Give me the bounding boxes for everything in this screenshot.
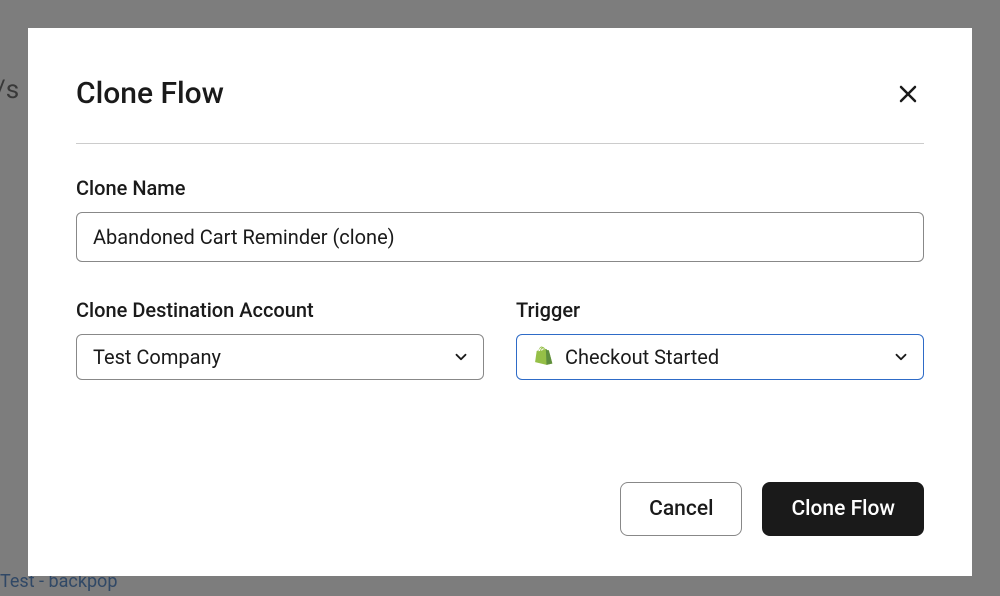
clone-name-label: Clone Name	[76, 176, 924, 200]
modal-title: Clone Flow	[76, 76, 224, 111]
modal-footer: Cancel Clone Flow	[76, 462, 924, 536]
form-row: Clone Destination Account Test Company T…	[76, 298, 924, 416]
close-button[interactable]	[892, 78, 924, 110]
destination-group: Clone Destination Account Test Company	[76, 298, 484, 380]
trigger-label: Trigger	[516, 298, 924, 322]
clone-flow-modal: Clone Flow Clone Name Clone Destination …	[28, 28, 972, 576]
destination-select-wrapper: Test Company	[76, 334, 484, 380]
trigger-select-wrapper: Checkout Started	[516, 334, 924, 380]
close-icon	[896, 82, 920, 106]
modal-header: Clone Flow	[76, 76, 924, 144]
destination-select[interactable]: Test Company	[76, 334, 484, 380]
trigger-select[interactable]: Checkout Started	[516, 334, 924, 380]
clone-name-group: Clone Name	[76, 176, 924, 262]
destination-value: Test Company	[93, 345, 221, 369]
clone-name-input[interactable]	[76, 212, 924, 262]
clone-flow-button[interactable]: Clone Flow	[762, 482, 924, 536]
chevron-down-icon	[452, 348, 470, 366]
shopify-icon	[533, 346, 553, 368]
trigger-value: Checkout Started	[565, 345, 719, 369]
destination-label: Clone Destination Account	[76, 298, 484, 322]
chevron-down-icon	[892, 348, 910, 366]
trigger-group: Trigger Checkout Started	[516, 298, 924, 380]
cancel-button[interactable]: Cancel	[620, 482, 742, 536]
